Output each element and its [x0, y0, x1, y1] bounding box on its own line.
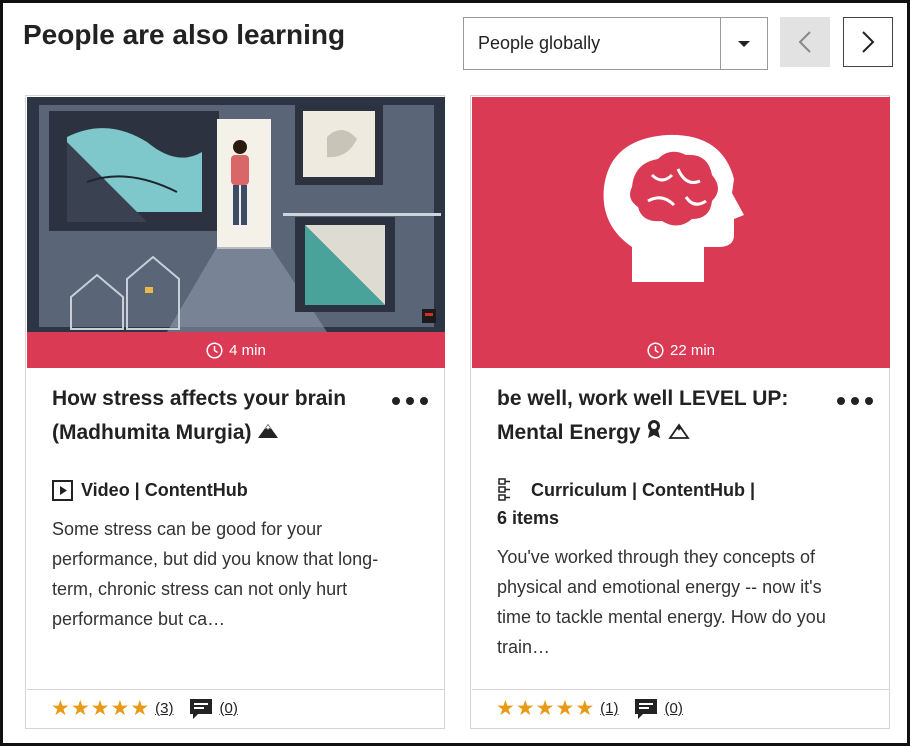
- card-thumbnail-illustration[interactable]: [27, 97, 445, 332]
- star-icon: ★: [496, 696, 515, 720]
- more-icon-dot: [420, 397, 428, 405]
- content-type-meta: Curriculum | ContentHub | 6 items: [497, 476, 797, 532]
- content-card[interactable]: 4 min How stress affects your brain (Mad…: [25, 95, 445, 729]
- comment-icon[interactable]: [189, 698, 213, 720]
- section-title: People are also learning: [23, 19, 346, 50]
- clock-icon: [647, 341, 664, 359]
- star-icon: ★: [515, 696, 535, 720]
- rating-stars: ★ ★ ★ ★ ★: [496, 696, 595, 720]
- content-card[interactable]: 22 min be well, work well LEVEL UP: Ment…: [470, 95, 890, 729]
- more-icon-dot: [392, 397, 400, 405]
- comment-icon[interactable]: [634, 698, 658, 720]
- more-options-button[interactable]: [837, 394, 873, 408]
- more-icon-dot: [406, 397, 414, 405]
- more-options-button[interactable]: [392, 394, 428, 408]
- item-count-label: 6 items: [497, 508, 560, 528]
- chevron-right-icon: [862, 31, 875, 53]
- star-icon: ★: [130, 696, 150, 720]
- card-description: Some stress can be good for your perform…: [52, 519, 379, 629]
- card-footer: ★ ★ ★ ★ ★ (3) (0): [27, 689, 445, 727]
- rating-count-link[interactable]: (1): [600, 700, 618, 717]
- star-icon: ★: [51, 696, 70, 720]
- card-thumbnail-brain[interactable]: [472, 97, 890, 332]
- chevron-left-icon: [798, 31, 811, 53]
- mountain-icon: [257, 423, 279, 439]
- card-title[interactable]: be well, work well LEVEL UP: Mental Ener…: [497, 382, 817, 450]
- chevron-down-icon[interactable]: [720, 18, 767, 69]
- widget-frame: People are also learning People globally: [0, 0, 910, 746]
- content-type-meta: Video | ContentHub: [52, 476, 352, 504]
- more-icon-dot: [851, 397, 859, 405]
- star-icon: ★: [535, 696, 555, 720]
- content-type-label: Video | ContentHub: [81, 480, 248, 500]
- scope-dropdown-value: People globally: [478, 33, 601, 53]
- card-description: You've worked through they concepts of p…: [497, 547, 826, 657]
- card-title[interactable]: How stress affects your brain (Madhumita…: [52, 382, 372, 450]
- curriculum-icon: [498, 478, 510, 501]
- comment-count-link[interactable]: (0): [219, 700, 237, 717]
- carousel-next-button[interactable]: [843, 17, 893, 67]
- rating-count-link[interactable]: (3): [155, 700, 173, 717]
- card-footer: ★ ★ ★ ★ ★ (1) (0): [472, 689, 890, 727]
- star-icon: ★: [90, 696, 110, 720]
- star-icon: ★: [575, 696, 595, 720]
- duration-label: 22 min: [669, 341, 716, 359]
- duration-bar: 22 min: [472, 332, 890, 368]
- star-icon: ★: [110, 696, 130, 720]
- carousel-prev-button[interactable]: [780, 17, 830, 67]
- mountain-outline-icon: [668, 423, 690, 439]
- award-icon: [646, 419, 662, 439]
- more-icon-dot: [837, 397, 845, 405]
- duration-bar: 4 min: [27, 332, 445, 368]
- star-icon: ★: [555, 696, 575, 720]
- video-icon: [52, 479, 73, 501]
- card-title-text[interactable]: How stress affects your brain (Madhumita…: [52, 387, 346, 444]
- scope-dropdown[interactable]: People globally: [463, 17, 768, 70]
- comment-count-link[interactable]: (0): [664, 700, 682, 717]
- more-icon-dot: [865, 397, 873, 405]
- rating-stars: ★ ★ ★ ★ ★: [51, 696, 150, 720]
- duration-label: 4 min: [229, 341, 266, 359]
- content-type-label: Curriculum | ContentHub |: [531, 480, 756, 500]
- star-icon: ★: [70, 696, 90, 720]
- card-title-text[interactable]: be well, work well LEVEL UP: Mental Ener…: [497, 387, 788, 444]
- clock-icon: [206, 341, 223, 359]
